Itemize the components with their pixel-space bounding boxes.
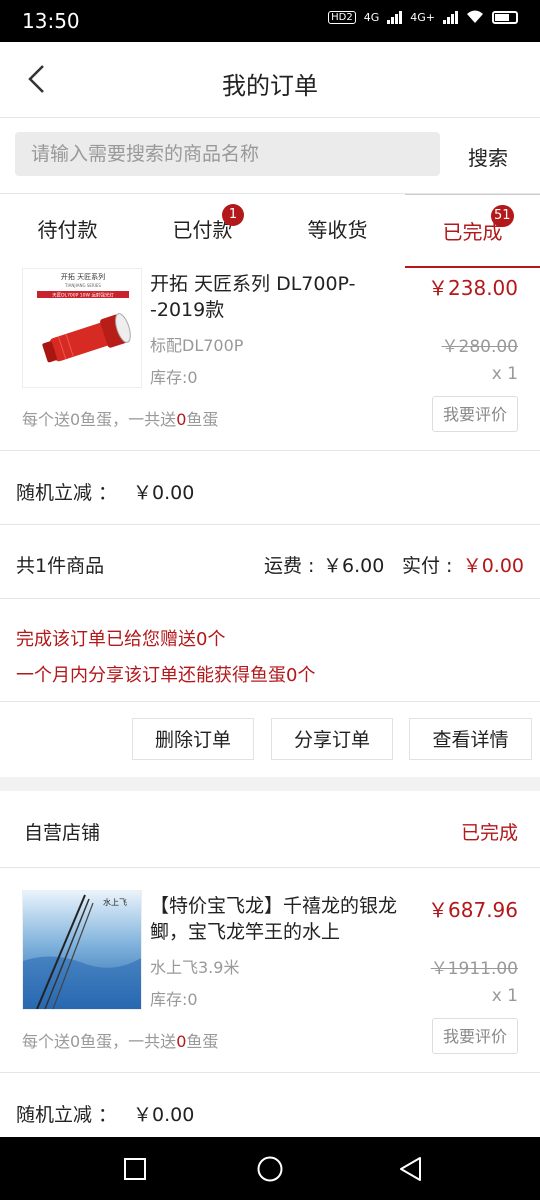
status-time: 13:50: [22, 9, 80, 33]
notice-line-2: 一个月内分享该订单还能获得鱼蛋0个: [16, 665, 316, 686]
image-caption-sub: TIANJIANG SERIES: [64, 283, 101, 288]
product-image[interactable]: 开拓 天匠系列 TIANJIANG SERIES 天匠DL700P 10W 远射…: [22, 268, 142, 388]
notice-line-1: 完成该订单已给您赠送0个: [16, 629, 226, 650]
tab-label: 待付款: [37, 218, 98, 242]
order-summary: 共1件商品 运费 : ￥6.00 实付 : ￥0.00: [0, 524, 540, 599]
count-badge: 51: [491, 205, 514, 227]
signal-icon-2: [443, 10, 458, 24]
back-icon[interactable]: [398, 1155, 424, 1183]
search-button[interactable]: 搜索: [468, 142, 508, 171]
product-name[interactable]: 开拓 天匠系列 DL700P--2019款: [150, 271, 410, 323]
title-bar: 我的订单: [0, 42, 540, 118]
rate-button[interactable]: 我要评价: [432, 396, 518, 432]
hd-voice-icon: HD2: [328, 10, 356, 24]
order-status: 已完成: [460, 822, 518, 844]
gift-info: 每个送0鱼蛋，一共送0鱼蛋: [22, 410, 219, 429]
signal-icon: [387, 10, 403, 24]
order-product-card[interactable]: 开拓 天匠系列 TIANJIANG SERIES 天匠DL700P 10W 远射…: [0, 268, 540, 450]
paid-value: ￥0.00: [462, 555, 524, 577]
product-image[interactable]: 水上飞: [22, 890, 142, 1010]
product-name[interactable]: 【特价宝飞龙】千禧龙的银龙鲫，宝飞龙竿王的水上: [150, 893, 410, 945]
status-bar: 13:50 HD2 4G 4G+: [0, 0, 540, 42]
tab-label: 等收货: [307, 218, 368, 242]
product-price: ￥687.96: [428, 898, 518, 922]
product-stock: 库存:0: [150, 368, 198, 387]
discount-label: 随机立减 ：: [16, 482, 118, 504]
tab-paid[interactable]: 已付款 1: [135, 194, 270, 267]
item-count: 共1件商品: [16, 555, 105, 577]
product-spec: 水上飞3.9米: [150, 958, 240, 977]
gift-info: 每个送0鱼蛋，一共送0鱼蛋: [22, 1032, 219, 1051]
battery-icon: [492, 10, 518, 24]
view-details-button[interactable]: 查看详情: [409, 718, 532, 760]
discount-value: ￥0.00: [133, 1104, 195, 1126]
discount-label: 随机立减 ：: [16, 1104, 118, 1126]
share-order-button[interactable]: 分享订单: [271, 718, 393, 760]
image-caption: 开拓 天匠系列: [61, 272, 105, 281]
network-type-1: 4G: [363, 10, 380, 24]
search-bar: 请输入需要搜索的商品名称 搜索: [0, 118, 540, 194]
flashlight-image: 开拓 天匠系列 TIANJIANG SERIES 天匠DL700P 10W 远射…: [23, 269, 141, 387]
tab-completed[interactable]: 已完成 51: [405, 194, 540, 268]
original-price: ￥280.00: [441, 337, 518, 357]
order-actions: 删除订单 分享订单 查看详情: [0, 701, 540, 778]
discount-row: 随机立减 ： ￥0.00: [0, 450, 540, 525]
shipping-value: ￥6.00: [323, 555, 385, 577]
product-spec: 标配DL700P: [150, 336, 244, 355]
order-status-tabs: 待付款 已付款 1 等收货 已完成 51: [0, 194, 540, 268]
shipping-label: 运费 :: [264, 555, 315, 577]
tab-pending-payment[interactable]: 待付款: [0, 194, 135, 267]
tab-awaiting-delivery[interactable]: 等收货: [270, 194, 405, 267]
product-quantity: x 1: [491, 986, 518, 1006]
recent-apps-icon[interactable]: [123, 1157, 147, 1181]
shop-header: 自营店铺 已完成: [0, 791, 540, 868]
network-type-2: 4G+: [410, 10, 435, 24]
image-banner: 天匠DL700P 10W 远射强光灯: [52, 292, 114, 299]
count-badge: 1: [222, 204, 244, 226]
product-stock: 库存:0: [150, 990, 198, 1009]
product-quantity: x 1: [491, 364, 518, 384]
rate-button[interactable]: 我要评价: [432, 1018, 518, 1054]
page-title: 我的订单: [222, 72, 318, 100]
system-navigation-bar: [0, 1137, 540, 1200]
order-separator: [0, 777, 540, 791]
image-caption: 水上飞: [103, 897, 127, 907]
product-price: ￥238.00: [428, 276, 518, 300]
shop-name[interactable]: 自营店铺: [24, 818, 100, 845]
original-price: ￥1911.00: [430, 959, 518, 979]
search-input[interactable]: 请输入需要搜索的商品名称: [15, 132, 440, 176]
gift-notice: 完成该订单已给您赠送0个 一个月内分享该订单还能获得鱼蛋0个: [0, 598, 540, 702]
discount-value: ￥0.00: [133, 482, 195, 504]
paid-label: 实付 :: [402, 555, 453, 577]
home-icon[interactable]: [256, 1155, 284, 1183]
status-icons: HD2 4G 4G+: [328, 10, 518, 24]
fishing-rod-image: 水上飞: [23, 891, 141, 1009]
order-product-card[interactable]: 水上飞 【特价宝飞龙】千禧龙的银龙鲫，宝飞龙竿王的水上 ￥687.96 水上飞3…: [0, 890, 540, 1072]
discount-row: 随机立减 ： ￥0.00: [0, 1072, 540, 1138]
delete-order-button[interactable]: 删除订单: [132, 718, 254, 760]
wifi-icon: [467, 10, 483, 23]
